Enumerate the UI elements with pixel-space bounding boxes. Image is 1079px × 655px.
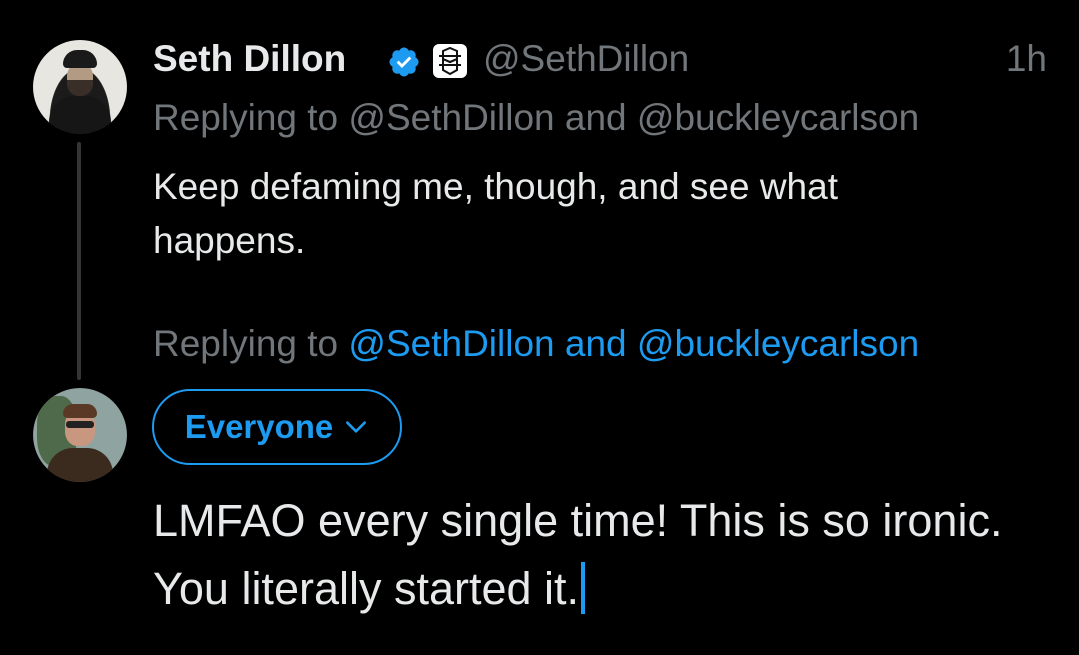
avatar-hat	[63, 50, 97, 68]
user-avatar[interactable]	[33, 388, 127, 482]
replying-to-line: Replying to @SethDillon and @buckleycarl…	[153, 97, 919, 139]
composer-replying-prefix: Replying to	[153, 323, 339, 364]
text-cursor	[581, 562, 586, 614]
thread-connector-line	[77, 142, 81, 380]
audience-selector-button[interactable]: Everyone	[152, 389, 402, 465]
verified-badge-icon[interactable]	[387, 45, 421, 79]
composer-replying-targets[interactable]: @SethDillon and @buckleycarlson	[348, 323, 919, 364]
reply-draft-text: LMFAO every single time! This is so iron…	[153, 495, 1003, 614]
avatar-beard	[67, 80, 93, 96]
audience-label: Everyone	[184, 408, 334, 445]
avatar-sunglasses	[66, 421, 94, 428]
reply-compose-textarea[interactable]: LMFAO every single time! This is so iron…	[153, 487, 1033, 623]
bee-hex-icon	[439, 46, 461, 76]
chevron-down-icon	[346, 421, 367, 433]
replying-prefix: Replying to	[153, 97, 339, 138]
author-handle[interactable]: @SethDillon	[483, 38, 689, 80]
composer-replying-to-line: Replying to @SethDillon and @buckleycarl…	[153, 323, 919, 365]
avatar-hair	[63, 404, 97, 418]
replying-targets[interactable]: @SethDillon and @buckleycarlson	[348, 97, 919, 138]
avatar-body	[49, 96, 111, 134]
tweet-timestamp[interactable]: 1h	[1006, 38, 1047, 80]
babylon-bee-affiliate-icon[interactable]	[433, 44, 467, 78]
tweet-body-text: Keep defaming me, though, and see what h…	[153, 166, 838, 261]
author-avatar[interactable]	[33, 40, 127, 134]
avatar-shirt	[47, 448, 113, 482]
author-name[interactable]: Seth Dillon	[153, 38, 346, 80]
